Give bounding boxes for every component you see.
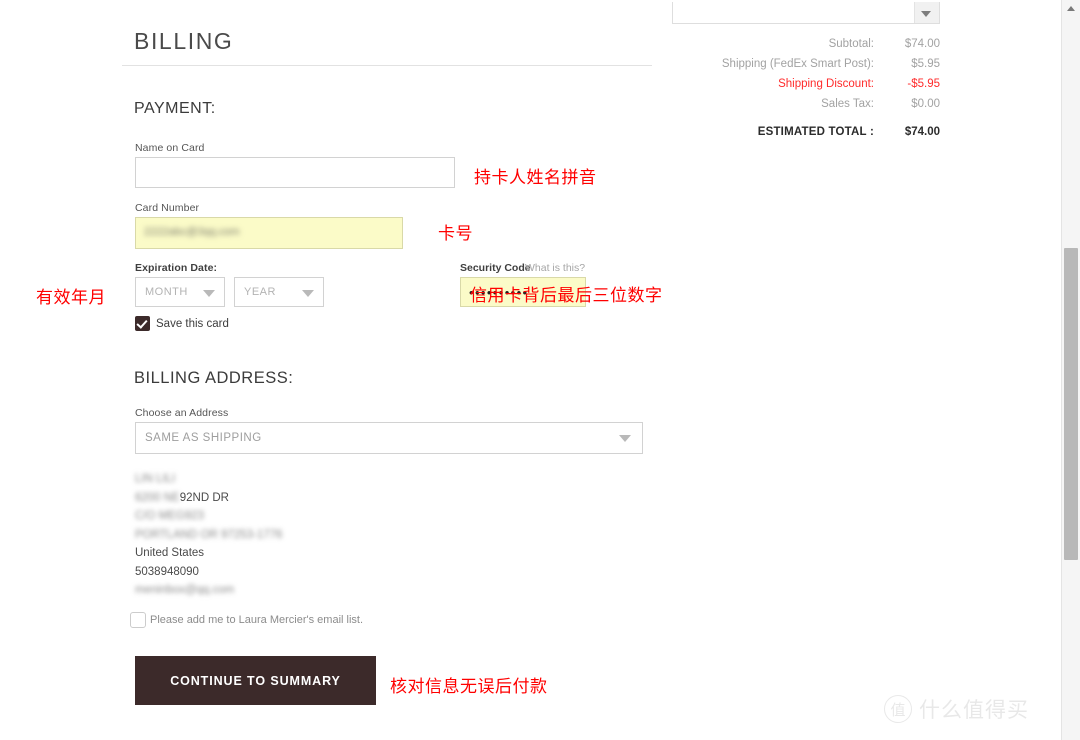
billing-address-heading: BILLING ADDRESS: (134, 369, 294, 387)
card-number-label: Card Number (135, 202, 200, 214)
summary-value: $74.00 (904, 38, 940, 50)
address-line: 5038948090 (135, 565, 199, 578)
save-card-checkbox[interactable] (135, 316, 150, 331)
annotation-security-code: 信用卡背后最后三位数字 (470, 286, 663, 306)
annotation-pay: 核对信息无误后付款 (390, 677, 548, 697)
address-line: 6200 NE 92ND DR (135, 489, 282, 508)
summary-label: Shipping (FedEx Smart Post): (721, 58, 874, 70)
address-line: C/O MEG923 (135, 510, 205, 522)
continue-to-summary-button[interactable]: CONTINUE TO SUMMARY (135, 656, 376, 705)
summary-label: Shipping Discount: (778, 78, 874, 90)
vertical-scrollbar[interactable] (1061, 0, 1080, 740)
watermark-logo-icon: 值 (884, 695, 912, 723)
billing-address-details: LIN LILI 6200 NE 92ND DR C/O MEG923 PORT… (135, 470, 282, 600)
summary-value: $0.00 (911, 98, 940, 110)
summary-label: Subtotal: (828, 38, 874, 50)
expiration-date-label: Expiration Date: (135, 262, 218, 274)
address-line-clear-part: 92ND DR (179, 491, 229, 504)
expiration-year-select[interactable]: YEAR (234, 277, 324, 307)
checkout-page: BILLING PAYMENT: Name on Card Card Numbe… (0, 0, 1062, 740)
watermark-text: 什么值得买 (919, 698, 1029, 722)
address-line-blurred-part: 6200 NE (135, 491, 180, 504)
scrollbar-thumb[interactable] (1064, 248, 1078, 560)
summary-top-select[interactable] (672, 2, 940, 24)
summary-row-shipping: Shipping (FedEx Smart Post): $5.95 (672, 58, 940, 78)
address-line: meninbox@qq.com (135, 584, 235, 596)
email-optin-row[interactable]: Please add me to Laura Mercier's email l… (130, 612, 363, 628)
security-code-help-link[interactable]: What is this? (525, 262, 585, 274)
save-card-label: Save this card (156, 317, 229, 330)
estimated-total-label: ESTIMATED TOTAL : (757, 126, 874, 138)
save-card-row[interactable]: Save this card (135, 316, 229, 331)
address-line: United States (135, 547, 205, 559)
card-number-input[interactable] (135, 217, 403, 249)
chevron-down-icon (203, 290, 215, 297)
annotation-card-number: 卡号 (438, 224, 473, 244)
email-optin-checkbox[interactable] (130, 612, 146, 628)
scroll-up-arrow-icon[interactable] (1062, 0, 1080, 16)
expiration-month-value: MONTH (145, 286, 188, 298)
choose-address-value: SAME AS SHIPPING (145, 432, 262, 444)
name-on-card-input[interactable] (135, 157, 455, 188)
page-title: BILLING (134, 28, 234, 54)
email-optin-label: Please add me to Laura Mercier's email l… (150, 614, 364, 626)
summary-row-shipping-discount: Shipping Discount: -$5.95 (672, 78, 940, 98)
expiration-month-select[interactable]: MONTH (135, 277, 225, 307)
address-line: LIN LILI (135, 473, 176, 485)
summary-label: Sales Tax: (821, 98, 874, 110)
address-line: PORTLAND OR 97253-1776 (135, 528, 283, 541)
chevron-down-icon (921, 11, 931, 17)
watermark: 值 什么值得买 (884, 694, 1029, 724)
payment-section-heading: PAYMENT: (134, 100, 216, 117)
chevron-down-icon (302, 290, 314, 297)
summary-value: -$5.95 (907, 78, 940, 90)
annotation-expiration: 有效年月 (36, 288, 106, 308)
name-on-card-label: Name on Card (135, 142, 205, 154)
summary-row-sales-tax: Sales Tax: $0.00 (672, 98, 940, 118)
annotation-name-on-card: 持卡人姓名拼音 (474, 168, 597, 188)
summary-value: $5.95 (911, 58, 940, 70)
expiration-year-value: YEAR (244, 286, 276, 298)
estimated-total-value: $74.00 (904, 126, 940, 138)
chevron-down-icon (619, 435, 631, 442)
choose-address-label: Choose an Address (135, 407, 229, 419)
summary-row-estimated-total: ESTIMATED TOTAL : $74.00 (672, 126, 940, 146)
title-divider (122, 65, 652, 66)
security-code-label: Security Code (460, 262, 531, 274)
choose-address-select[interactable]: SAME AS SHIPPING (135, 422, 643, 454)
summary-row-subtotal: Subtotal: $74.00 (672, 38, 940, 58)
